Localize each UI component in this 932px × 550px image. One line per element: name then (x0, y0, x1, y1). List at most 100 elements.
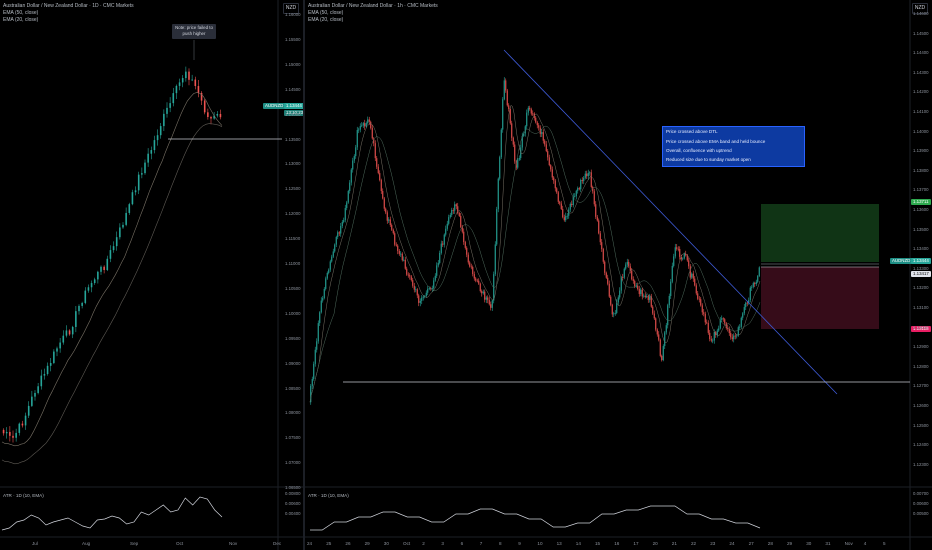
price-tick-label: 1.15500 (285, 36, 301, 42)
chart-title: Australian Dollar / New Zealand Dollar ·… (308, 3, 438, 9)
price-tick-label: 1.13700 (913, 187, 929, 193)
hourly-candle-body (403, 259, 405, 261)
hourly-candle-body (433, 280, 435, 289)
daily-candle-body (109, 250, 112, 259)
daily-candle-body (122, 224, 124, 228)
hourly-candle-body (470, 266, 472, 268)
hourly-candle-body (652, 306, 654, 314)
price-tick-label: 1.14300 (913, 69, 929, 75)
price-tick-label: 1.11000 (285, 261, 301, 266)
daily-candle-body (131, 192, 134, 205)
hourly-candle-body (662, 345, 664, 361)
hourly-candle-body (380, 180, 382, 191)
time-tick-label: 6 (460, 541, 464, 546)
hourly-candle-body (707, 323, 709, 333)
hourly-candle-body (376, 158, 378, 167)
hourly-candle-body (632, 279, 634, 281)
price-tick-label: 1.14400 (913, 50, 929, 56)
hourly-candle-body (605, 272, 607, 278)
hourly-candle-body (698, 298, 700, 300)
hourly-candle-body (514, 144, 516, 162)
hourly-candle-body (659, 339, 661, 356)
hourly-candle-body (475, 278, 477, 281)
atr-tick-label: 0.00700 (913, 491, 929, 496)
hourly-candle-body (371, 128, 373, 139)
daily-candle-body (137, 174, 140, 191)
hourly-candle-body (625, 264, 627, 269)
price-tick-label: 1.13400 (913, 246, 929, 252)
atr-line (310, 505, 761, 531)
hourly-candle-body (701, 305, 703, 313)
daily-candle-body (87, 287, 90, 291)
time-tick-label: Oct (176, 541, 184, 546)
hourly-candle-body (502, 99, 504, 130)
price-tick-label: 1.12300 (913, 461, 929, 467)
hourly-candle-body (736, 335, 738, 337)
time-tick-label: 2 (422, 541, 425, 546)
hourly-candle-body (359, 126, 361, 130)
note-annotation[interactable]: Note: price failed to push higher (172, 24, 216, 39)
hourly-candle-body (727, 328, 729, 329)
hourly-candle-body (574, 196, 576, 197)
hourly-candle-body (557, 192, 559, 202)
hourly-candle-body (752, 283, 754, 287)
hourly-chart-pane[interactable]: Australian Dollar / New Zealand Dollar ·… (305, 0, 932, 550)
price-tick-label: 1.12000 (285, 211, 301, 217)
daily-candle-body (46, 365, 49, 374)
trade-notes-box[interactable]: Price crossed above DTL Price crossed ab… (662, 126, 805, 167)
hourly-candle-body (602, 249, 604, 262)
hourly-candle-body (631, 270, 633, 280)
hourly-candle-body (566, 215, 568, 217)
time-tick-label: 24 (307, 541, 313, 546)
hourly-candle-body (338, 232, 340, 234)
daily-candle-body (100, 266, 102, 272)
hourly-candle-body (590, 172, 592, 187)
price-tick-label: 1.08000 (285, 410, 301, 416)
daily-candle-body (49, 362, 52, 366)
daily-candle-body (40, 375, 43, 387)
daily-candle-body (172, 93, 175, 104)
hourly-candle-body (740, 317, 742, 327)
hourly-candle-body (406, 268, 408, 275)
hourly-price-chart[interactable] (305, 0, 932, 550)
daily-candle-body (181, 78, 184, 83)
daily-chart-pane[interactable]: Australian Dollar / New Zealand Dollar ·… (0, 0, 306, 550)
hourly-candle-body (674, 247, 676, 257)
hourly-candle-body (710, 339, 712, 341)
stop-zone (761, 267, 879, 329)
hourly-candle-body (401, 253, 403, 261)
daily-candle-body (153, 140, 156, 151)
hourly-candle-body (385, 208, 387, 213)
time-tick-label: 8 (499, 541, 502, 546)
price-tick-label: 1.14500 (913, 30, 929, 36)
hourly-candle-body (668, 296, 670, 306)
hourly-candle-body (637, 285, 639, 290)
hourly-candle-body (749, 287, 751, 300)
price-tick-label: 1.12500 (285, 186, 301, 192)
hourly-candle-body (542, 132, 544, 141)
time-tick-label: 24 (729, 541, 735, 546)
price-tick-label: 1.13800 (913, 167, 929, 173)
daily-price-chart[interactable] (0, 0, 303, 550)
atr-indicator-title: ATR · 1D (10, EMA) (308, 493, 349, 498)
hourly-candle-body (683, 253, 685, 259)
time-tick-label: Nov (844, 541, 853, 546)
hourly-candle-body (346, 202, 348, 209)
hourly-candle-body (451, 209, 453, 215)
daily-candle-body (53, 351, 55, 363)
hourly-candle-body (728, 328, 730, 334)
hourly-candle-body (641, 289, 643, 297)
daily-candle-body (2, 429, 5, 434)
daily-candle-body (37, 386, 39, 393)
hourly-candle-body (316, 341, 318, 350)
hourly-candle-body (394, 233, 396, 245)
time-tick-label: 21 (671, 541, 677, 546)
hourly-candle-body (481, 291, 483, 294)
hourly-candle-body (706, 322, 708, 324)
hourly-candle-body (655, 318, 657, 330)
time-tick-label: 26 (345, 541, 351, 546)
hourly-candle-body (374, 143, 376, 159)
price-tick-label: 1.13200 (913, 285, 929, 291)
daily-candle-body (169, 103, 171, 108)
hourly-candle-body (448, 217, 450, 224)
